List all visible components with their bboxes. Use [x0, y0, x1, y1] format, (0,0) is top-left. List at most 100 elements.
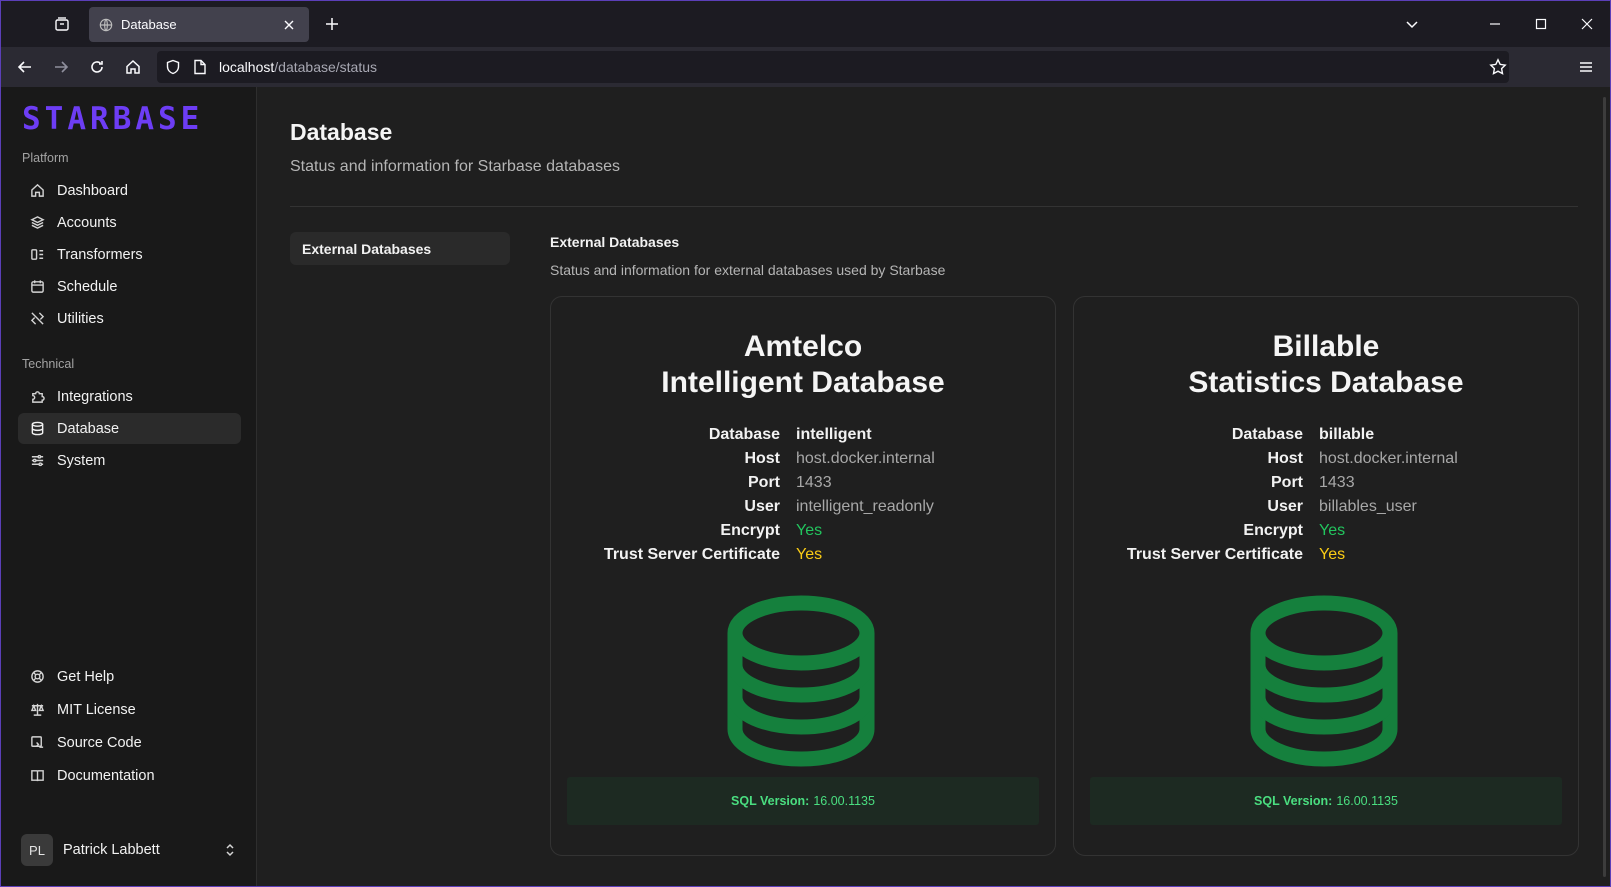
- sidebar-item-system[interactable]: System: [18, 445, 241, 476]
- tab-list-icon: [55, 17, 69, 31]
- back-button[interactable]: [10, 52, 40, 82]
- sql-version-label: SQL Version:: [1254, 794, 1333, 808]
- home-icon: [31, 183, 44, 197]
- page-title: Database: [290, 119, 393, 145]
- info-value: 1433: [796, 474, 832, 491]
- scrollbar[interactable]: [1603, 97, 1606, 877]
- book-icon: [31, 770, 44, 782]
- avatar: PL: [21, 834, 53, 866]
- home-icon: [126, 59, 140, 74]
- tab-overflow-button[interactable]: [1397, 9, 1427, 39]
- menu-button[interactable]: [1571, 52, 1601, 82]
- browser-tab-database[interactable]: Database: [89, 7, 309, 42]
- sidebar-item-dashboard[interactable]: Dashboard: [18, 175, 241, 206]
- info-row-host: Host host.docker.internal: [551, 447, 1055, 471]
- forward-button[interactable]: [46, 52, 76, 82]
- maximize-button[interactable]: [1526, 9, 1556, 39]
- sidebar: STARBASE Platform Dashboard Accounts Tra…: [1, 87, 257, 886]
- info-row-trust-cert: Trust Server Certificate Yes: [551, 543, 1055, 567]
- sidebar-item-get-help[interactable]: Get Help: [18, 661, 241, 692]
- tab-list-button[interactable]: [45, 9, 79, 39]
- info-key: Port: [1271, 474, 1303, 491]
- info-row-encrypt: Encrypt Yes: [551, 519, 1055, 543]
- info-row-port: Port 1433: [1074, 471, 1578, 495]
- shield-icon[interactable]: [165, 59, 181, 75]
- info-key: Trust Server Certificate: [1126, 546, 1303, 563]
- info-key: Database: [708, 426, 780, 443]
- sidebar-item-label: Integrations: [57, 388, 133, 405]
- hamburger-icon: [1580, 62, 1592, 72]
- database-card-billable: Billable Statistics Database Database bil…: [1073, 296, 1579, 856]
- calendar-icon: [31, 280, 44, 293]
- sidebar-item-database[interactable]: Database: [18, 413, 241, 444]
- card-title-line2: Intelligent Database: [661, 366, 945, 399]
- sidebar-item-label: Accounts: [57, 214, 117, 231]
- info-row-host: Host host.docker.internal: [1074, 447, 1578, 471]
- url-bar[interactable]: localhost/database/status: [157, 51, 1509, 83]
- page-subtitle: Status and information for Starbase data…: [290, 158, 620, 175]
- info-row-database: Database intelligent: [551, 423, 1055, 447]
- card-title-line1: Amtelco: [743, 330, 863, 363]
- star-icon[interactable]: [1489, 58, 1507, 76]
- new-tab-button[interactable]: [319, 11, 345, 37]
- sidebar-item-label: Dashboard: [57, 182, 128, 199]
- user-menu[interactable]: PL Patrick Labbett: [21, 833, 237, 867]
- puzzle-icon: [32, 391, 45, 403]
- code-icon: [31, 736, 44, 748]
- arrow-left-icon: [17, 61, 31, 73]
- page-icon[interactable]: [193, 59, 207, 75]
- info-key: Encrypt: [1243, 522, 1303, 539]
- sidebar-item-label: Utilities: [57, 310, 104, 327]
- sidebar-item-source-code[interactable]: Source Code: [18, 727, 241, 758]
- info-value: intelligent_readonly: [796, 498, 934, 515]
- section-subtitle: Status and information for external data…: [550, 262, 946, 278]
- sidebar-item-utilities[interactable]: Utilities: [18, 303, 241, 334]
- info-value: 1433: [1319, 474, 1355, 491]
- sidebar-item-mit-license[interactable]: MIT License: [18, 694, 241, 725]
- info-key: Port: [748, 474, 780, 491]
- database-icon: [31, 421, 44, 436]
- sql-version-value: 16.00.1135: [1336, 794, 1398, 808]
- info-row-encrypt: Encrypt Yes: [1074, 519, 1578, 543]
- sidebar-item-schedule[interactable]: Schedule: [18, 271, 241, 302]
- layers-icon: [30, 216, 45, 229]
- close-window-button[interactable]: [1572, 9, 1602, 39]
- subnav-external-databases[interactable]: External Databases: [290, 232, 510, 265]
- sidebar-item-label: Get Help: [57, 668, 115, 685]
- sql-version-label: SQL Version:: [731, 794, 810, 808]
- sidebar-item-integrations[interactable]: Integrations: [18, 381, 241, 412]
- info-value: Yes: [1319, 522, 1346, 539]
- sidebar-item-transformers[interactable]: Transformers: [18, 239, 241, 270]
- user-name: Patrick Labbett: [63, 842, 160, 858]
- url-text[interactable]: localhost/database/status: [219, 59, 377, 75]
- url-path: /database/status: [274, 59, 378, 75]
- minimize-button[interactable]: [1480, 9, 1510, 39]
- home-button[interactable]: [118, 52, 148, 82]
- info-key: Host: [744, 450, 780, 467]
- tab-close-button[interactable]: [279, 15, 299, 35]
- chevron-down-icon: [1406, 21, 1418, 29]
- main-content: Database Status and information for Star…: [258, 87, 1610, 886]
- info-key: Encrypt: [720, 522, 780, 539]
- sql-version-bar: SQL Version: 16.00.1135: [567, 777, 1039, 825]
- connection-info: Database billable Host host.docker.interna…: [1074, 423, 1578, 567]
- sidebar-item-label: Documentation: [57, 767, 155, 784]
- browser-tabbar: Database: [1, 1, 1610, 47]
- info-row-user: User intelligent_readonly: [551, 495, 1055, 519]
- divider: [290, 206, 1578, 207]
- url-host: localhost: [219, 59, 275, 75]
- info-value: host.docker.internal: [1319, 450, 1458, 467]
- logo[interactable]: STARBASE: [22, 101, 203, 137]
- tab-title: Database: [121, 17, 177, 32]
- help-icon: [31, 670, 44, 683]
- reload-button[interactable]: [82, 52, 112, 82]
- sidebar-item-accounts[interactable]: Accounts: [18, 207, 241, 238]
- info-row-user: User billables_user: [1074, 495, 1578, 519]
- card-title: Billable Statistics Database: [1074, 329, 1578, 401]
- sidebar-item-documentation[interactable]: Documentation: [18, 760, 241, 791]
- platform-section-label: Platform: [22, 151, 69, 165]
- card-title: Amtelco Intelligent Database: [551, 329, 1055, 401]
- connection-info: Database intelligent Host host.docker.inte…: [551, 423, 1055, 567]
- browser-navbar: localhost/database/status: [1, 47, 1610, 87]
- close-icon: [1581, 18, 1593, 30]
